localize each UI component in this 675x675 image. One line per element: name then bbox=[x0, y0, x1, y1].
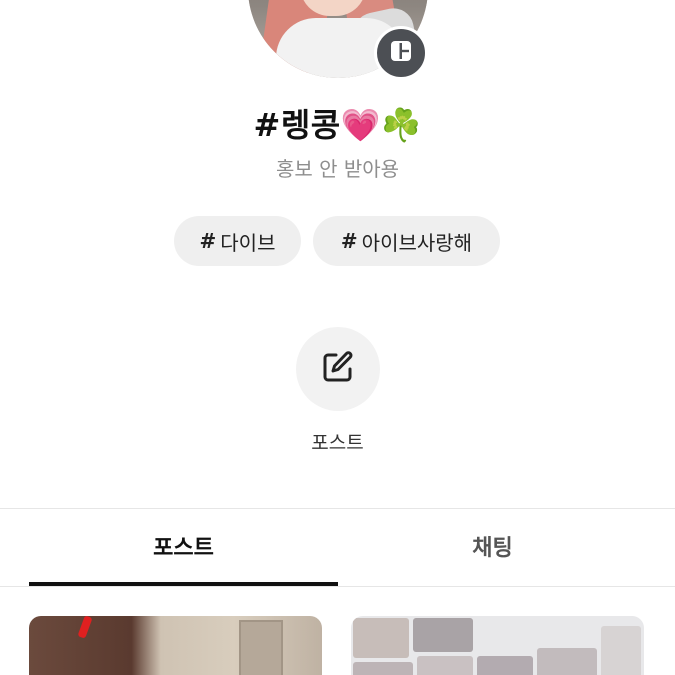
divider bbox=[0, 508, 675, 509]
tag-chip-dive[interactable]: # 다이브 bbox=[174, 216, 301, 266]
divider bbox=[0, 586, 675, 587]
profile-page: #렝콩💗☘️ 홍보 안 받아용 # 다이브 # 아이브사랑해 포스트 포스트 채… bbox=[0, 0, 675, 675]
profile-title: #렝콩💗☘️ bbox=[253, 106, 422, 144]
tab-posts[interactable]: 포스트 bbox=[29, 530, 338, 562]
layout-icon bbox=[389, 39, 413, 67]
post-thumbnail[interactable] bbox=[29, 616, 322, 675]
tag-chip-ive-love[interactable]: # 아이브사랑해 bbox=[313, 216, 500, 266]
tag-label: 다이브 bbox=[220, 230, 276, 255]
hashtag-icon: # bbox=[340, 229, 358, 253]
hashtag-icon: # bbox=[199, 229, 217, 253]
tag-label: 아이브사랑해 bbox=[361, 230, 473, 255]
edit-icon bbox=[319, 348, 357, 390]
write-post-label: 포스트 bbox=[311, 432, 364, 454]
tab-chat[interactable]: 채팅 bbox=[338, 530, 647, 562]
profile-theme-badge[interactable] bbox=[374, 26, 428, 80]
post-thumbnail[interactable] bbox=[351, 616, 644, 675]
write-post-button[interactable] bbox=[296, 327, 380, 411]
profile-subtitle: 홍보 안 받아용 bbox=[275, 157, 400, 181]
